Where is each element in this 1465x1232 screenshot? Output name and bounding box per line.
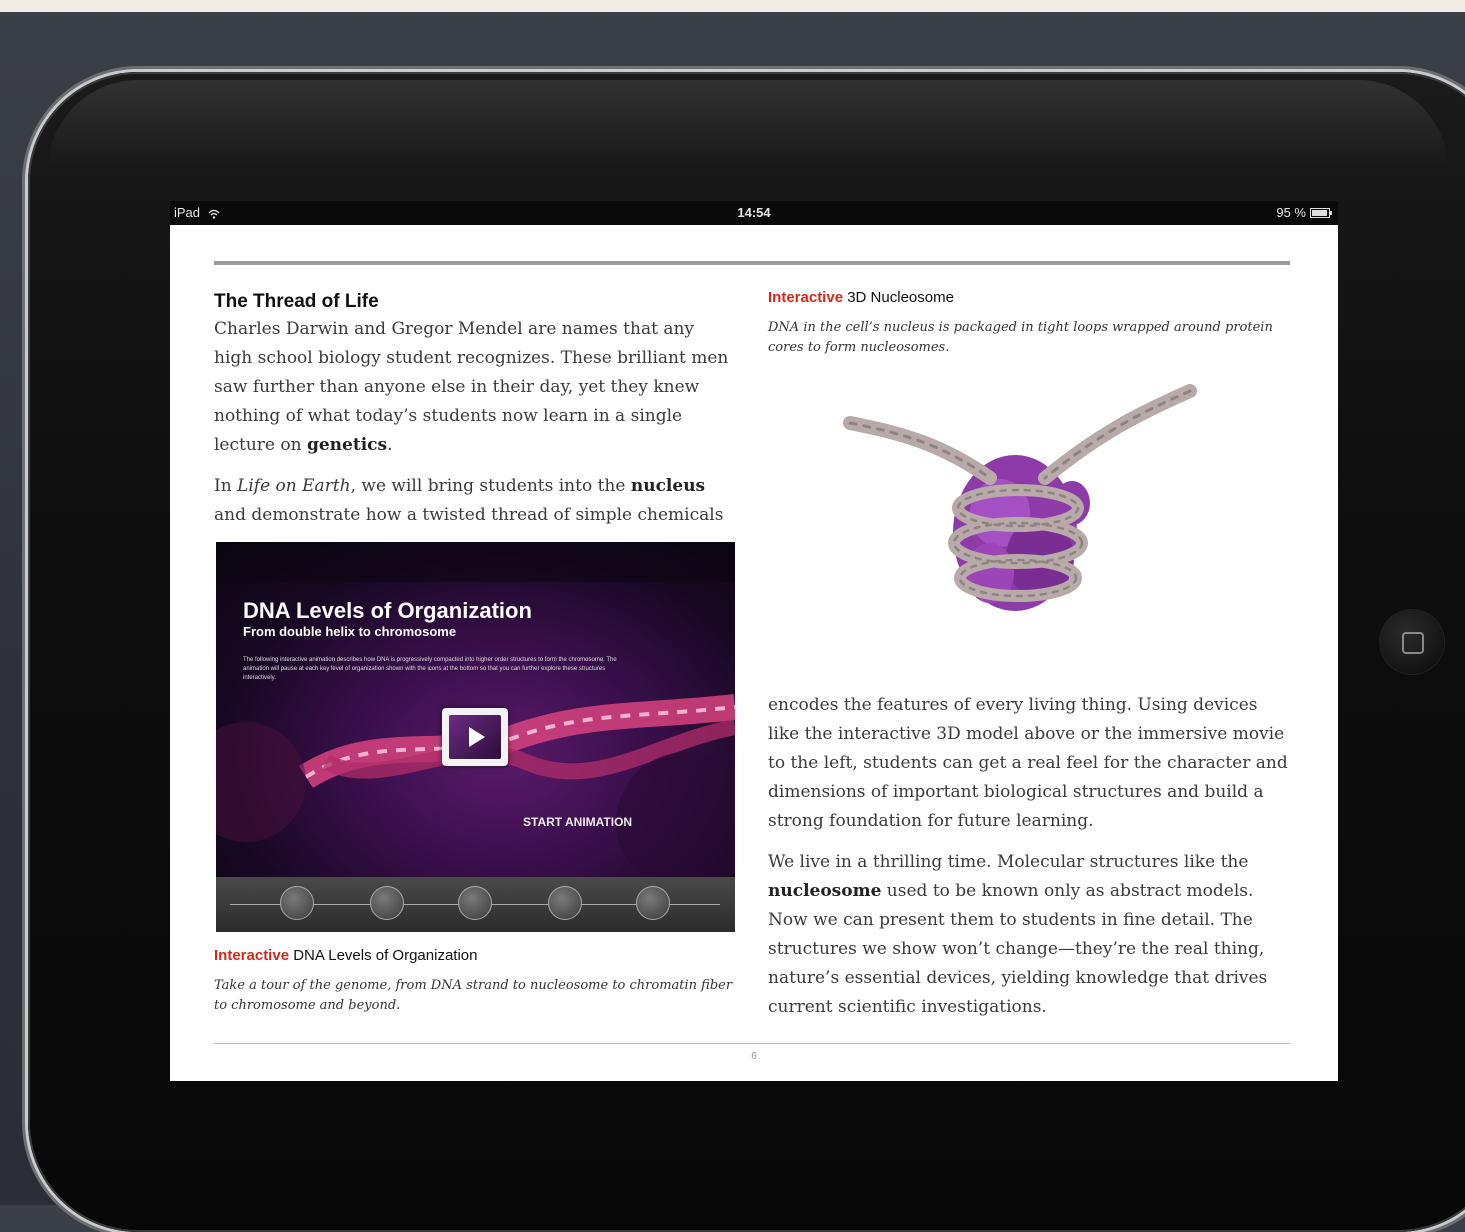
status-bar: iPad 14:54 95 % xyxy=(170,201,1338,225)
home-square-icon xyxy=(1402,632,1424,654)
book-title-italic: Life on Earth xyxy=(237,476,351,496)
animation-poster: DNA Levels of Organization From double h… xyxy=(216,542,735,877)
right-caption-desc: DNA in the cell’s nucleus is packaged in… xyxy=(768,320,1273,355)
nucleosome-3d-model[interactable] xyxy=(840,383,1200,643)
animation-title: DNA Levels of Organization xyxy=(243,598,532,623)
animation-subtitle: From double helix to chromosome xyxy=(243,624,457,639)
left-para2-text-b: , we will bring students into the xyxy=(350,476,631,496)
right-caption-title: 3D Nucleosome xyxy=(843,289,954,306)
dna-wrap xyxy=(843,384,1197,602)
top-rule xyxy=(214,261,1290,265)
left-para2-text-c: and demonstrate how a twisted thread of … xyxy=(214,505,724,525)
left-paragraph-2: In Life on Earth, we will bring students… xyxy=(214,472,734,530)
left-column: The Thread of Life Charles Darwin and Gr… xyxy=(214,289,734,542)
bezel-gloss xyxy=(48,80,1448,170)
left-paragraph-1: Charles Darwin and Gregor Mendel are nam… xyxy=(214,315,734,460)
status-battery: 95 % xyxy=(1276,205,1332,220)
top-band xyxy=(0,0,1465,12)
status-time: 14:54 xyxy=(737,205,771,220)
left-para2-text-a: In xyxy=(214,476,238,496)
play-thumbnail xyxy=(449,715,501,759)
stage-double-helix-icon[interactable] xyxy=(280,886,314,920)
page-number: 6 xyxy=(751,1051,757,1062)
left-caption-title: DNA Levels of Organization xyxy=(289,947,478,964)
stage-nucleosome-icon[interactable] xyxy=(370,886,404,920)
interactive-tag: Interactive xyxy=(768,289,844,306)
right-column-body: encodes the features of every living thi… xyxy=(768,691,1290,1034)
animation-description: The following interactive animation desc… xyxy=(243,657,617,681)
ipad-screen: iPad 14:54 95 % The Thread of Life Charl… xyxy=(170,201,1338,1081)
left-caption-label: Interactive DNA Levels of Organization xyxy=(214,947,734,964)
play-button[interactable] xyxy=(442,708,508,766)
left-caption: Interactive DNA Levels of Organization T… xyxy=(214,947,734,1016)
play-icon xyxy=(469,727,485,747)
term-genetics: genetics xyxy=(306,435,388,455)
right-caption-label: Interactive 3D Nucleosome xyxy=(768,289,1290,306)
interactive-tag: Interactive xyxy=(214,947,290,964)
start-animation-label[interactable]: START ANIMATION xyxy=(523,815,632,829)
left-caption-desc: Take a tour of the genome, from DNA stra… xyxy=(214,978,733,1013)
right-para2-text-a: We live in a thrilling time. Molecular s… xyxy=(768,852,1249,872)
right-para2-text-b: used to be known only as abstract models… xyxy=(768,881,1268,1017)
bottom-rule xyxy=(214,1043,1290,1044)
left-para1-text: Charles Darwin and Gregor Mendel are nam… xyxy=(214,319,729,455)
right-column-top: Interactive 3D Nucleosome DNA in the cel… xyxy=(768,289,1290,358)
stage-beyond-icon[interactable] xyxy=(636,886,670,920)
battery-percent: 95 % xyxy=(1276,205,1306,220)
stage-chromatin-icon[interactable] xyxy=(458,886,492,920)
stage-navigation-bar xyxy=(216,877,735,932)
stage-chromosome-icon[interactable] xyxy=(548,886,582,920)
book-page: The Thread of Life Charles Darwin and Gr… xyxy=(170,225,1338,1081)
term-nucleus: nucleus xyxy=(630,476,706,496)
left-para1-end: . xyxy=(387,435,393,455)
right-paragraph-1: encodes the features of every living thi… xyxy=(768,695,1288,831)
right-paragraph-2: We live in a thrilling time. Molecular s… xyxy=(768,848,1290,1022)
term-nucleosome: nucleosome xyxy=(768,881,882,901)
dna-animation-widget[interactable]: DNA Levels of Organization From double h… xyxy=(216,542,735,932)
home-button[interactable] xyxy=(1380,610,1444,674)
section-title: The Thread of Life xyxy=(214,291,379,312)
battery-icon xyxy=(1310,207,1332,218)
